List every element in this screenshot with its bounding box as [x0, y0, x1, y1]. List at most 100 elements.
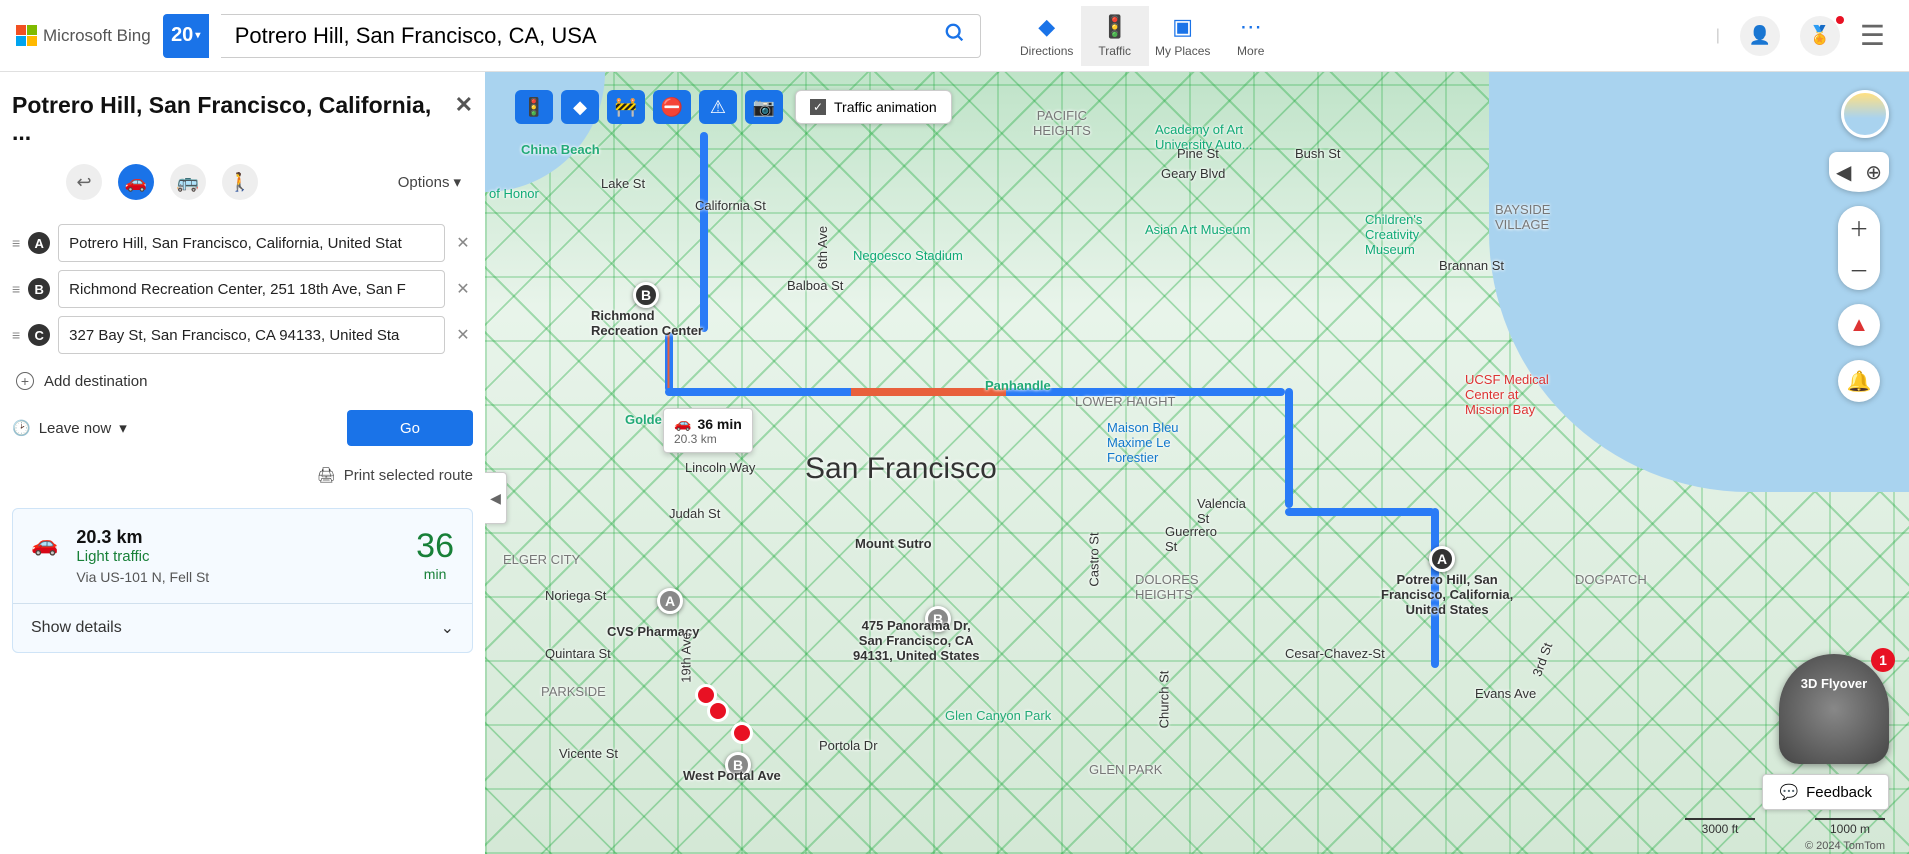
- incident-marker[interactable]: [731, 722, 753, 744]
- feedback-button[interactable]: 💬 Feedback: [1762, 774, 1889, 810]
- mode-transit[interactable]: 🚌: [170, 164, 206, 200]
- incident-marker[interactable]: [707, 700, 729, 722]
- street-label: Guerrero St: [1165, 524, 1217, 554]
- travel-modes: ↩ 🚗 🚌 🚶 Options ▾: [12, 160, 473, 216]
- street-label: Bush St: [1295, 146, 1341, 161]
- hamburger-menu[interactable]: ☰: [1860, 19, 1885, 52]
- rewards-button[interactable]: 🏅: [1800, 16, 1840, 56]
- leave-now-dropdown[interactable]: 🕑 Leave now ▾: [12, 419, 127, 437]
- more-icon: ⋯: [1240, 14, 1262, 40]
- plus-icon: +: [16, 372, 34, 390]
- traffic-hazard-button[interactable]: ⚠: [699, 90, 737, 124]
- waypoint-row-c: ≡ C ✕: [12, 316, 473, 354]
- copyright: © 2024 TomTom: [1805, 840, 1885, 852]
- map-label: Golde: [625, 412, 662, 427]
- street-label: Lincoln Way: [685, 460, 755, 475]
- walk-icon: 🚶: [229, 172, 251, 193]
- add-destination[interactable]: + Add destination: [16, 372, 473, 390]
- close-icon[interactable]: ✕: [455, 92, 473, 118]
- traffic-construction-button[interactable]: 🚧: [607, 90, 645, 124]
- profile-button[interactable]: 👤: [1740, 16, 1780, 56]
- drag-handle-icon[interactable]: ≡: [12, 327, 20, 343]
- street-label: Valencia St: [1197, 496, 1246, 526]
- header-right: | 👤 🏅 ☰: [1716, 16, 1885, 56]
- nav-buttons: ◆Directions 🚦Traffic ▣My Places ⋯More: [1013, 6, 1285, 66]
- waypoint-input-c[interactable]: [58, 316, 445, 354]
- map-label: ELGER CITY: [503, 552, 580, 567]
- route-card[interactable]: 🚗 20.3 km Light traffic Via US-101 N, Fe…: [12, 508, 473, 653]
- locate-icon: ⊕: [1865, 160, 1882, 185]
- map-pin-b[interactable]: B: [633, 282, 659, 308]
- street-label: Noriega St: [545, 588, 606, 603]
- nav-traffic[interactable]: 🚦Traffic: [1081, 6, 1149, 66]
- waypoint-row-b: ≡ B ✕: [12, 270, 473, 308]
- street-label: 3rd St: [1529, 641, 1555, 679]
- route-segment: [700, 132, 708, 332]
- waypoint-input-a[interactable]: [58, 224, 445, 262]
- map-pin-a[interactable]: A: [1429, 546, 1455, 572]
- mode-walking[interactable]: 🚶: [222, 164, 258, 200]
- zoom-out-button[interactable]: －: [1838, 248, 1880, 290]
- traffic-lights-button[interactable]: 🚦: [515, 90, 553, 124]
- mode-reverse[interactable]: ↩: [66, 164, 102, 200]
- map-label: Asian Art Museum: [1145, 222, 1251, 237]
- map-label: DOLORES HEIGHTS: [1135, 572, 1199, 602]
- street-label: California St: [695, 198, 766, 213]
- zoom-group: ＋ －: [1838, 206, 1880, 290]
- flyover-button[interactable]: 3D Flyover 1: [1779, 654, 1889, 764]
- nav-more[interactable]: ⋯More: [1217, 6, 1285, 66]
- expand-button[interactable]: ◀ ⊕: [1829, 152, 1889, 192]
- search-box[interactable]: [221, 14, 981, 58]
- bell-icon: 🔔: [1847, 369, 1872, 394]
- map-label: Negoesco Stadium: [853, 248, 963, 263]
- search-input[interactable]: [235, 23, 966, 49]
- route-popup[interactable]: 🚗36 min 20.3 km: [663, 408, 753, 453]
- bookmark-icon: ▣: [1172, 14, 1193, 40]
- zoom-in-button[interactable]: ＋: [1838, 206, 1880, 248]
- street-label: Portola Dr: [819, 738, 878, 753]
- flyover-badge: 1: [1871, 648, 1895, 672]
- category-badge[interactable]: 20▾: [163, 14, 209, 58]
- nav-directions[interactable]: ◆Directions: [1013, 6, 1081, 66]
- street-label: Church St: [1156, 671, 1171, 729]
- drag-handle-icon[interactable]: ≡: [12, 281, 20, 297]
- street-label: Judah St: [669, 506, 720, 521]
- drag-handle-icon[interactable]: ≡: [12, 235, 20, 251]
- route-traffic: Light traffic: [76, 548, 209, 565]
- map-label: BAYSIDE VILLAGE: [1495, 202, 1550, 232]
- street-label: Quintara St: [545, 646, 611, 661]
- street-label: 19th Ave: [679, 632, 694, 682]
- logo[interactable]: Microsoft Bing: [16, 25, 151, 46]
- options-dropdown[interactable]: Options ▾: [398, 173, 461, 191]
- search-icon[interactable]: [944, 22, 966, 50]
- person-icon: 👤: [1749, 25, 1771, 46]
- go-button[interactable]: Go: [347, 410, 473, 446]
- traffic-toolbar: 🚦 ◆ 🚧 ⛔ ⚠ 📷: [515, 90, 783, 124]
- show-details[interactable]: Show details ⌄: [13, 603, 472, 652]
- map-label: UCSF Medical Center at Mission Bay: [1465, 372, 1549, 417]
- nav-myplaces[interactable]: ▣My Places: [1149, 6, 1217, 66]
- remove-waypoint-c[interactable]: ✕: [453, 325, 473, 345]
- traffic-incidents-button[interactable]: ◆: [561, 90, 599, 124]
- map-poi-pin[interactable]: A: [657, 588, 683, 614]
- compass-icon: ▲: [1849, 314, 1869, 337]
- compass-button[interactable]: ▲: [1838, 304, 1880, 346]
- chevron-down-icon: ⌄: [441, 618, 454, 638]
- mode-driving[interactable]: 🚗: [118, 164, 154, 200]
- traffic-animation-toggle[interactable]: ✓ Traffic animation: [795, 90, 952, 124]
- route-info: 20.3 km Light traffic Via US-101 N, Fell…: [76, 527, 209, 585]
- street-label: Brannan St: [1439, 258, 1504, 273]
- waypoint-marker-c: C: [28, 324, 50, 346]
- traffic-closures-button[interactable]: ⛔: [653, 90, 691, 124]
- remove-waypoint-a[interactable]: ✕: [453, 233, 473, 253]
- traffic-cameras-button[interactable]: 📷: [745, 90, 783, 124]
- waypoint-input-b[interactable]: [58, 270, 445, 308]
- street-label: Vicente St: [559, 746, 618, 761]
- minimap-style-button[interactable]: [1841, 90, 1889, 138]
- print-route[interactable]: 🖨 Print selected route: [12, 466, 473, 484]
- collapse-panel-tab[interactable]: ◀: [485, 472, 507, 524]
- map-canvas[interactable]: ◀ 🚦 ◆ 🚧 ⛔ ⚠ 📷 ✓ Traffic animation San Fr…: [485, 72, 1909, 854]
- street-label: Evans Ave: [1475, 686, 1536, 701]
- remove-waypoint-b[interactable]: ✕: [453, 279, 473, 299]
- notifications-button[interactable]: 🔔: [1838, 360, 1880, 402]
